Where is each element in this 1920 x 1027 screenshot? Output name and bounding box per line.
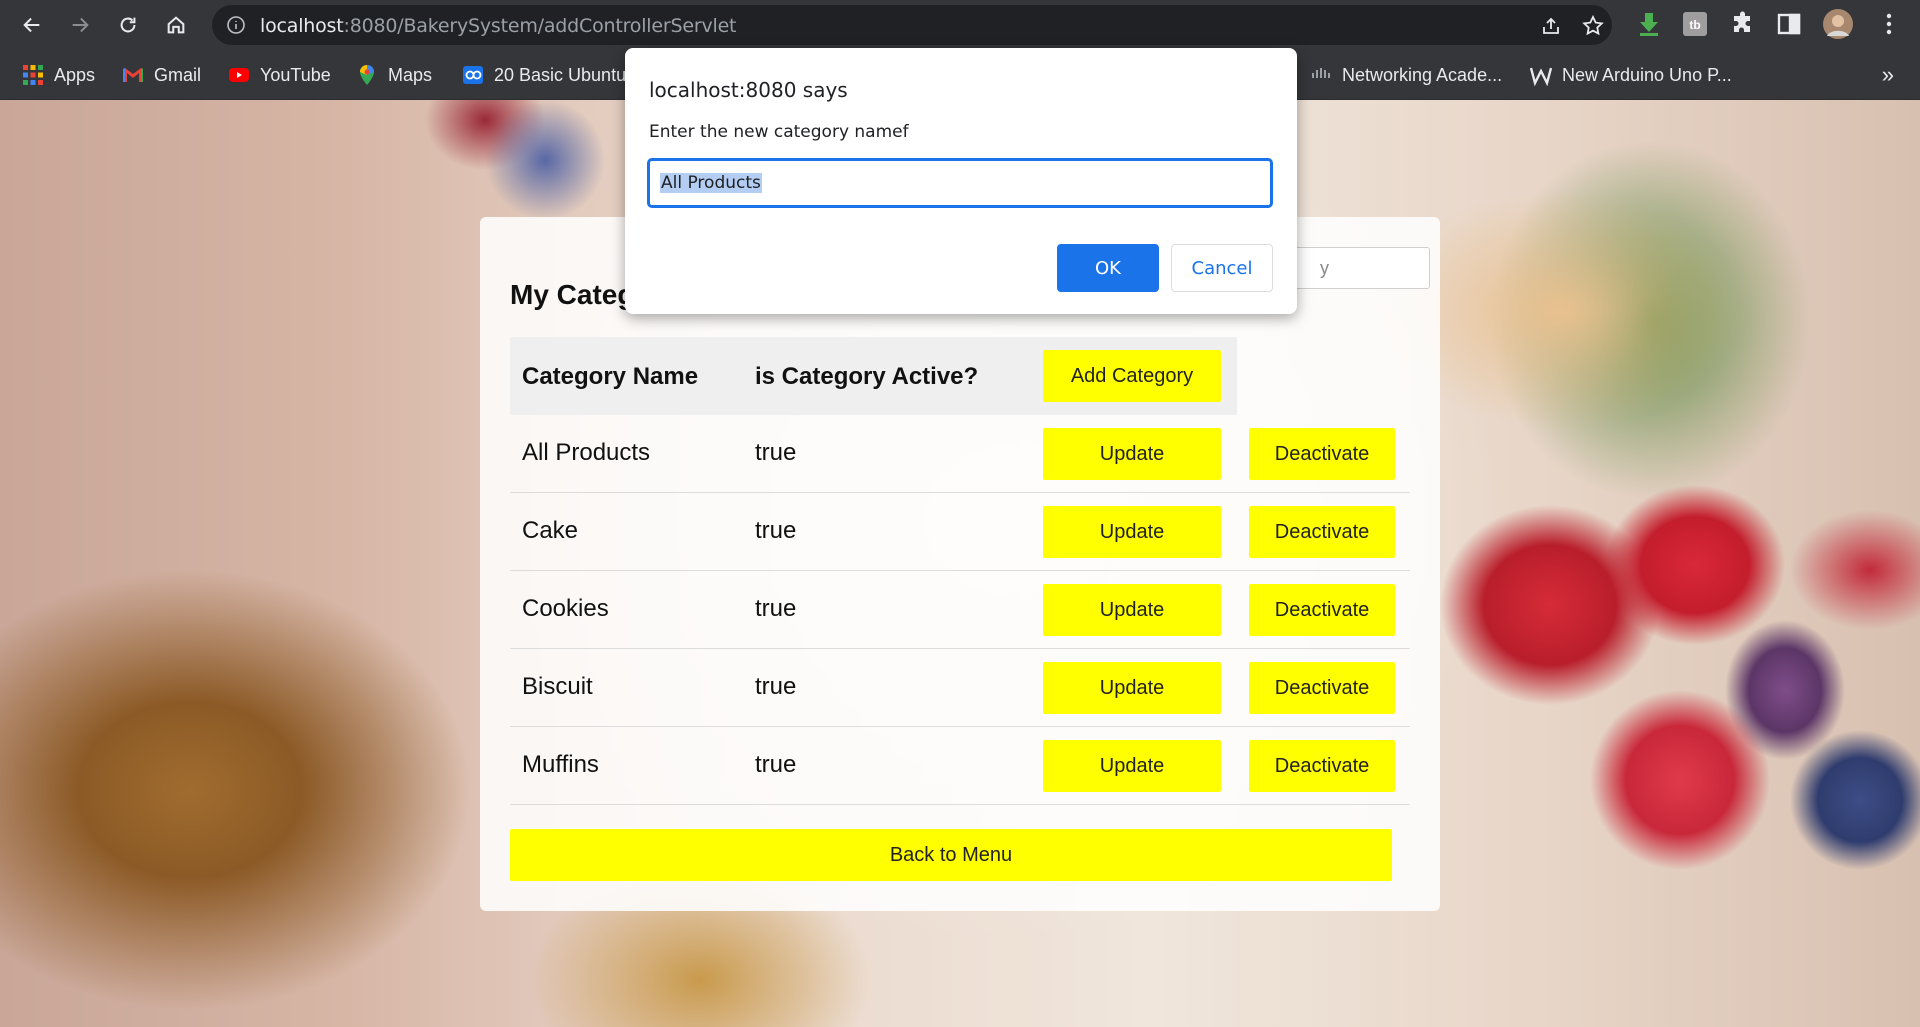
page-title: My Categ bbox=[510, 279, 635, 310]
bookmark-arduino[interactable]: New Arduino Uno P... bbox=[1530, 62, 1732, 88]
dialog-message: Enter the new category namef bbox=[649, 122, 909, 142]
deactivate-button[interactable]: Deactivate bbox=[1249, 506, 1395, 558]
forward-arrow-icon[interactable] bbox=[64, 9, 96, 41]
table-row: Muffins true Update Deactivate bbox=[510, 727, 1410, 805]
cisco-icon bbox=[1310, 64, 1332, 86]
update-button[interactable]: Update bbox=[1043, 428, 1221, 480]
more-bookmarks-chevron[interactable]: » bbox=[1882, 62, 1894, 88]
bookmark-star-icon[interactable] bbox=[1582, 14, 1604, 37]
extensions-puzzle-icon[interactable] bbox=[1730, 11, 1756, 37]
cancel-button[interactable]: Cancel bbox=[1171, 244, 1273, 292]
browser-toolbar: localhost:8080/BakerySystem/addControlle… bbox=[0, 0, 1920, 50]
category-name: Cookies bbox=[522, 595, 609, 622]
back-arrow-icon[interactable] bbox=[16, 9, 48, 41]
bookmark-label: Gmail bbox=[154, 64, 202, 85]
input-selected-text: All Products bbox=[660, 173, 762, 193]
category-active: true bbox=[755, 673, 797, 700]
bookmark-label: New Arduino Uno P... bbox=[1562, 64, 1732, 85]
table-row: Biscuit true Update Deactivate bbox=[510, 649, 1410, 727]
w-icon bbox=[1530, 64, 1552, 86]
bookmark-label: YouTube bbox=[260, 64, 331, 85]
update-button[interactable]: Update bbox=[1043, 506, 1221, 558]
table-header: Category Name is Category Active? Add Ca… bbox=[510, 337, 1237, 415]
category-active: true bbox=[755, 439, 797, 466]
update-button[interactable]: Update bbox=[1043, 662, 1221, 714]
svg-text:tb: tb bbox=[1689, 18, 1700, 32]
back-to-menu-button[interactable]: Back to Menu bbox=[510, 829, 1392, 881]
profile-avatar[interactable] bbox=[1822, 8, 1854, 40]
bookmark-maps[interactable]: Maps bbox=[356, 62, 432, 88]
category-name-input[interactable]: All Products bbox=[647, 158, 1273, 208]
bookmark-apps[interactable]: Apps bbox=[22, 62, 95, 88]
maps-pin-icon bbox=[356, 64, 378, 86]
dialog-title: localhost:8080 says bbox=[649, 78, 848, 102]
category-active: true bbox=[755, 595, 797, 622]
header-category-active: is Category Active? bbox=[755, 363, 979, 390]
category-name: Muffins bbox=[522, 751, 599, 778]
gmail-icon bbox=[122, 64, 144, 86]
apps-grid-icon bbox=[22, 64, 44, 86]
bookmark-networking[interactable]: Networking Acade... bbox=[1310, 62, 1502, 88]
bookmark-ubuntu[interactable]: 20 Basic Ubuntu bbox=[462, 62, 626, 88]
bookmark-label: Networking Acade... bbox=[1342, 64, 1503, 85]
menu-kebab-icon[interactable] bbox=[1876, 11, 1902, 37]
youtube-icon bbox=[228, 64, 250, 86]
deactivate-button[interactable]: Deactivate bbox=[1249, 428, 1395, 480]
category-name: Biscuit bbox=[522, 673, 593, 700]
side-panel-icon[interactable] bbox=[1776, 11, 1802, 37]
deactivate-button[interactable]: Deactivate bbox=[1249, 740, 1395, 792]
table-row: Cookies true Update Deactivate bbox=[510, 571, 1410, 649]
search-placeholder: y bbox=[1320, 258, 1329, 278]
category-active: true bbox=[755, 517, 797, 544]
prompt-dialog: localhost:8080 says Enter the new catego… bbox=[625, 48, 1297, 314]
category-active: true bbox=[755, 751, 797, 778]
site-info-icon[interactable] bbox=[226, 15, 246, 35]
bookmark-youtube[interactable]: YouTube bbox=[228, 62, 331, 88]
category-name: Cake bbox=[522, 517, 579, 544]
header-category-name: Category Name bbox=[522, 363, 699, 390]
reload-icon[interactable] bbox=[112, 9, 144, 41]
address-bar[interactable]: localhost:8080/BakerySystem/addControlle… bbox=[212, 5, 1612, 45]
bookmark-gmail[interactable]: Gmail bbox=[122, 62, 201, 88]
search-input[interactable]: y bbox=[1280, 247, 1430, 289]
add-category-button[interactable]: Add Category bbox=[1043, 350, 1221, 402]
url-text[interactable]: localhost:8080/BakerySystem/addControlle… bbox=[260, 15, 737, 37]
share-icon[interactable] bbox=[1540, 15, 1562, 37]
table-row: Cake true Update Deactivate bbox=[510, 493, 1410, 571]
bookmark-label: 20 Basic Ubuntu bbox=[494, 64, 627, 85]
update-button[interactable]: Update bbox=[1043, 740, 1221, 792]
tb-extension-icon[interactable]: tb bbox=[1682, 11, 1708, 37]
deactivate-button[interactable]: Deactivate bbox=[1249, 662, 1395, 714]
table-row: All Products true Update Deactivate bbox=[510, 415, 1410, 493]
category-name: All Products bbox=[522, 439, 651, 466]
bookmark-label: Maps bbox=[388, 64, 433, 85]
download-extension-icon[interactable] bbox=[1636, 11, 1662, 37]
home-icon[interactable] bbox=[160, 9, 192, 41]
ok-button[interactable]: OK bbox=[1057, 244, 1159, 292]
deactivate-button[interactable]: Deactivate bbox=[1249, 584, 1395, 636]
bookmark-label: Apps bbox=[54, 64, 96, 85]
site-icon bbox=[462, 64, 484, 86]
categories-card: y My Categ Category Name is Category Act… bbox=[480, 217, 1440, 911]
update-button[interactable]: Update bbox=[1043, 584, 1221, 636]
